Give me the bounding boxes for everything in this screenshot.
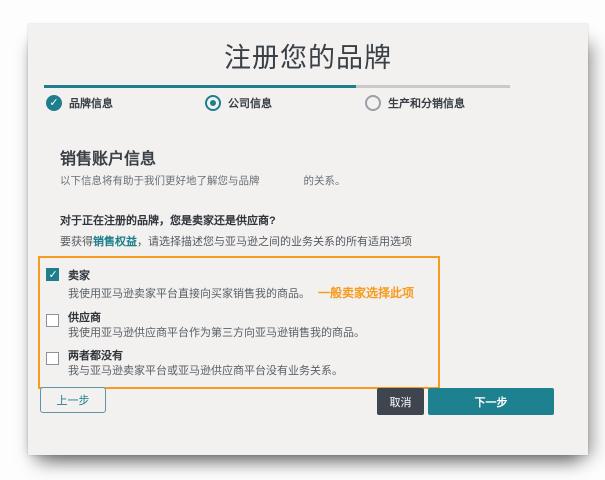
option-text: 两者都没有 我与亚马逊卖家平台或亚马逊供应商平台没有业务关系。 (68, 350, 343, 378)
dialog-title: 注册您的品牌 (224, 43, 392, 73)
instruction-prefix: 要获得 (60, 236, 93, 248)
instruction-suffix: ，请选择描述您与亚马逊之间的业务关系的所有适用选项 (137, 236, 412, 248)
option-vendor: 供应商 我使用亚马逊供应商平台作为第三方向亚马逊销售我的商品。 (46, 312, 432, 340)
options-highlight-box: 卖家 我使用亚马逊卖家平台直接向买家销售我的商品。一般卖家选择此项 供应商 我使… (38, 256, 440, 390)
option-seller: 卖家 我使用亚马逊卖家平台直接向买家销售我的商品。一般卖家选择此项 (46, 266, 432, 302)
step-company-info[interactable]: 公司信息 (205, 95, 272, 111)
cancel-button[interactable]: 取消 (377, 388, 424, 415)
back-button[interactable]: 上一步 (40, 387, 106, 413)
option-label: 卖家 (68, 270, 90, 282)
stepper: ✓ 品牌信息 公司信息 生产和分销信息 (36, 95, 580, 125)
seller-checkbox[interactable] (46, 268, 59, 281)
option-label: 供应商 (68, 312, 101, 324)
vendor-checkbox[interactable] (46, 314, 59, 327)
page-background: 注册您的品牌 ✓ 品牌信息 公司信息 生产和分销信息 销售账户信息 以下信息将有… (0, 0, 605, 480)
option-description: 我与亚马逊卖家平台或亚马逊供应商平台没有业务关系。 (68, 364, 343, 377)
question-instruction: 要获得销售权益，请选择描述您与亚马逊之间的业务关系的所有适用选项 (60, 233, 580, 249)
option-text: 卖家 我使用亚马逊卖家平台直接向买家销售我的商品。 一般卖家选择此项 (68, 266, 414, 302)
progress-bar (44, 85, 510, 88)
radio-selected-icon (205, 95, 221, 111)
radio-empty-icon (365, 95, 381, 111)
question-title: 对于正在注册的品牌，您是卖家还是供应商? (60, 215, 276, 227)
step-label: 公司信息 (228, 98, 272, 110)
option-text: 供应商 我使用亚马逊供应商平台作为第三方向亚马逊销售我的商品。 (68, 312, 365, 340)
section-subtext: 以下信息将有助于我们更好地了解您与品牌 的关系。 (60, 173, 580, 188)
step-label: 生产和分销信息 (388, 98, 465, 110)
next-button[interactable]: 下一步 (428, 388, 554, 415)
progress-bar-fill (44, 85, 357, 88)
check-circle-icon: ✓ (46, 95, 62, 111)
section-subtext-prefix: 以下信息将有助于我们更好地了解您与品牌 (60, 175, 260, 187)
seller-annotation: 一般卖家选择此项 (318, 286, 415, 300)
neither-checkbox[interactable] (46, 352, 59, 366)
step-production-distribution-info[interactable]: 生产和分销信息 (365, 95, 465, 111)
option-description: 我使用亚马逊卖家平台直接向买家销售我的商品。 (68, 288, 310, 300)
step-label: 品牌信息 (69, 98, 113, 110)
option-neither: 两者都没有 我与亚马逊卖家平台或亚马逊供应商平台没有业务关系。 (46, 350, 432, 378)
section-subtext-suffix: 的关系。 (303, 175, 346, 187)
option-description: 我使用亚马逊供应商平台作为第三方向亚马逊销售我的商品。 (68, 326, 365, 339)
selling-benefits-link[interactable]: 销售权益 (93, 236, 137, 248)
redacted-brand-name (260, 176, 304, 184)
brand-registration-dialog: 注册您的品牌 ✓ 品牌信息 公司信息 生产和分销信息 销售账户信息 以下信息将有… (28, 24, 588, 455)
option-label: 两者都没有 (68, 350, 123, 363)
section-heading: 销售账户信息 (60, 151, 157, 168)
step-brand-info[interactable]: ✓ 品牌信息 (46, 95, 113, 111)
